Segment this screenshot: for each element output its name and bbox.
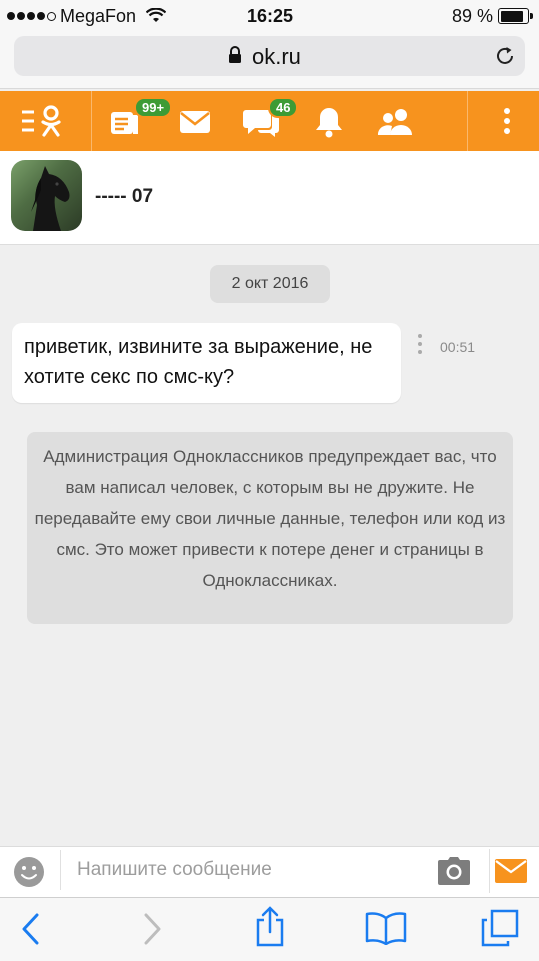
tabs-icon[interactable] [481, 909, 519, 947]
url-text[interactable]: ok.ru [252, 44, 301, 70]
bell-icon[interactable] [314, 106, 344, 138]
battery-tip [530, 13, 533, 19]
notes-badge: 99+ [134, 97, 173, 118]
signal-dot [27, 12, 35, 20]
message-text: приветик, извините за выражение, не хоти… [24, 336, 373, 388]
battery-percent: 89 % [452, 6, 494, 26]
smiley-icon[interactable] [13, 856, 45, 888]
camera-icon[interactable] [437, 856, 471, 886]
back-icon[interactable] [20, 913, 42, 945]
more-icon[interactable] [503, 107, 511, 135]
bookmarks-icon[interactable] [365, 911, 407, 945]
share-icon[interactable] [255, 905, 285, 947]
avatar[interactable] [11, 160, 82, 231]
carrier: MegaFon [60, 6, 137, 26]
reload-icon[interactable] [494, 45, 516, 67]
warning-text: Администрация Одноклассников предупрежда… [34, 447, 506, 590]
horse-picture [31, 166, 70, 231]
message-menu-icon[interactable] [417, 334, 423, 356]
composer-separator [489, 849, 490, 893]
ok-logo-icon[interactable] [22, 104, 66, 138]
signal-dot [7, 12, 15, 20]
friends-icon[interactable] [377, 108, 413, 136]
signal-dot [47, 12, 56, 21]
message-input[interactable] [60, 850, 447, 890]
clock: 16:25 [247, 6, 294, 26]
battery-icon [498, 8, 529, 24]
discussions-badge: 46 [268, 97, 299, 118]
mail-icon[interactable] [179, 110, 211, 134]
toolbar-separator [467, 91, 468, 151]
chat-user-name[interactable]: ----- 07 [95, 186, 153, 208]
signal-dot [17, 12, 25, 20]
wifi-icon [146, 8, 166, 22]
send-mail-icon[interactable] [495, 859, 527, 883]
forward-icon[interactable] [141, 913, 163, 945]
lock-icon [229, 46, 241, 63]
message-time: 00:51 [440, 339, 476, 355]
date-separator: 2 окт 2016 [210, 265, 330, 303]
signal-dot [37, 12, 45, 20]
toolbar-separator [91, 91, 92, 151]
